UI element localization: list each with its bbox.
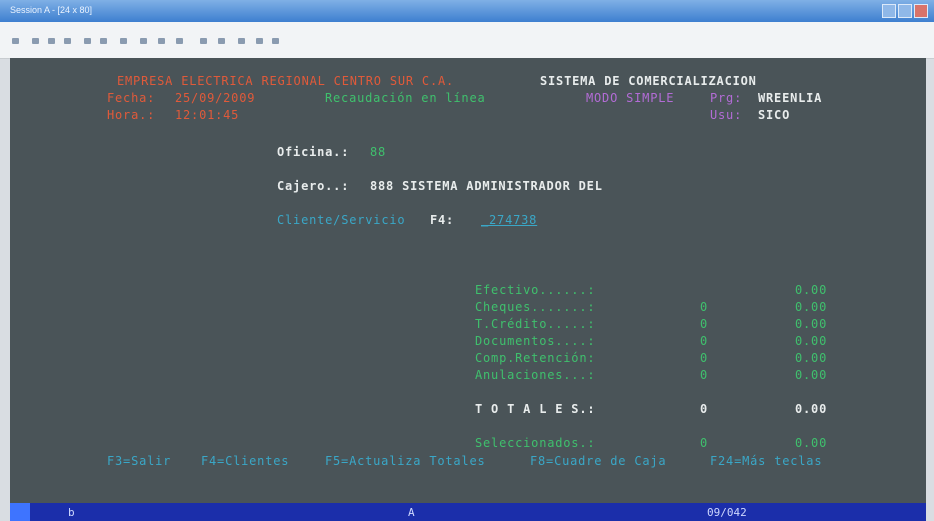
payment-amount: 0.00 <box>795 334 828 348</box>
fkey-clients[interactable]: F4=Clientes <box>201 454 289 468</box>
toolbar-icon[interactable] <box>12 38 19 44</box>
payment-count: 0 <box>700 351 709 365</box>
payment-amount: 0.00 <box>795 283 828 297</box>
toolbar-icon[interactable] <box>48 38 55 44</box>
time-label: Hora.: <box>107 108 156 122</box>
fkey-update-totals[interactable]: F5=Actualiza Totales <box>325 454 486 468</box>
selected-count: 0 <box>700 436 709 450</box>
status-mid: A <box>408 506 415 519</box>
status-bar: b A 09/042 <box>10 503 926 521</box>
toolbar-icon[interactable] <box>238 38 245 44</box>
totals-amount: 0.00 <box>795 402 828 416</box>
toolbar-icon[interactable] <box>256 38 263 44</box>
payment-label: Documentos....: <box>475 334 596 348</box>
payment-amount: 0.00 <box>795 351 828 365</box>
client-key-hint: F4: <box>430 213 455 227</box>
window-title: Session A - [24 x 80] <box>10 5 93 15</box>
session-indicator <box>10 503 30 521</box>
toolbar-icon[interactable] <box>218 38 225 44</box>
payment-count: 0 <box>700 368 709 382</box>
payment-count: 0 <box>700 300 709 314</box>
user-value: SICO <box>758 108 791 122</box>
user-label: Usu: <box>710 108 743 122</box>
window-controls <box>882 4 928 18</box>
time-value: 12:01:45 <box>175 108 240 122</box>
minimize-button[interactable] <box>882 4 896 18</box>
toolbar-icon[interactable] <box>100 38 107 44</box>
toolbar-icon[interactable] <box>64 38 71 44</box>
selected-amount: 0.00 <box>795 436 828 450</box>
date-value: 25/09/2009 <box>175 91 256 105</box>
payment-label: Anulaciones...: <box>475 368 596 382</box>
payment-label: T.Crédito.....: <box>475 317 596 331</box>
toolbar-icon[interactable] <box>176 38 183 44</box>
status-left: b <box>68 506 75 519</box>
fkey-more-keys[interactable]: F24=Más teclas <box>710 454 822 468</box>
system-name: SISTEMA DE COMERCIALIZACION <box>540 74 757 88</box>
program-label: Prg: <box>710 91 743 105</box>
totals-count: 0 <box>700 402 709 416</box>
title-bar: Session A - [24 x 80] <box>0 0 934 22</box>
toolbar-icon[interactable] <box>140 38 147 44</box>
toolbar-icon[interactable] <box>200 38 207 44</box>
cursor-position: 09/042 <box>707 506 747 519</box>
payment-count: 0 <box>700 317 709 331</box>
toolbar-icon[interactable] <box>84 38 91 44</box>
cashier-label: Cajero..: <box>277 179 350 193</box>
mode-indicator: MODO SIMPLE <box>586 91 675 105</box>
fkey-cash-balance[interactable]: F8=Cuadre de Caja <box>530 454 666 468</box>
toolbar <box>0 22 934 59</box>
module-name: Recaudación en línea <box>325 91 486 105</box>
payment-count: 0 <box>700 334 709 348</box>
totals-label: T O T A L E S.: <box>475 402 596 416</box>
close-button[interactable] <box>914 4 928 18</box>
cashier-value: 888 SISTEMA ADMINISTRADOR DEL <box>370 179 603 193</box>
toolbar-icon[interactable] <box>120 38 127 44</box>
date-label: Fecha: <box>107 91 156 105</box>
company-name: EMPRESA ELECTRICA REGIONAL CENTRO SUR C.… <box>117 74 455 88</box>
client-input[interactable]: _274738 <box>481 213 537 227</box>
program-value: WREENLIA <box>758 91 823 105</box>
selected-label: Seleccionados.: <box>475 436 596 450</box>
payment-amount: 0.00 <box>795 300 828 314</box>
toolbar-icon[interactable] <box>272 38 279 44</box>
payment-amount: 0.00 <box>795 368 828 382</box>
terminal-screen[interactable]: EMPRESA ELECTRICA REGIONAL CENTRO SUR C.… <box>10 58 926 503</box>
payment-amount: 0.00 <box>795 317 828 331</box>
toolbar-icon[interactable] <box>158 38 165 44</box>
payment-label: Efectivo......: <box>475 283 596 297</box>
client-label: Cliente/Servicio <box>277 213 406 227</box>
payment-label: Cheques.......: <box>475 300 596 314</box>
office-value: 88 <box>370 145 387 159</box>
maximize-button[interactable] <box>898 4 912 18</box>
fkey-exit[interactable]: F3=Salir <box>107 454 171 468</box>
office-label: Oficina.: <box>277 145 350 159</box>
toolbar-icon[interactable] <box>32 38 39 44</box>
payment-label: Comp.Retención: <box>475 351 596 365</box>
